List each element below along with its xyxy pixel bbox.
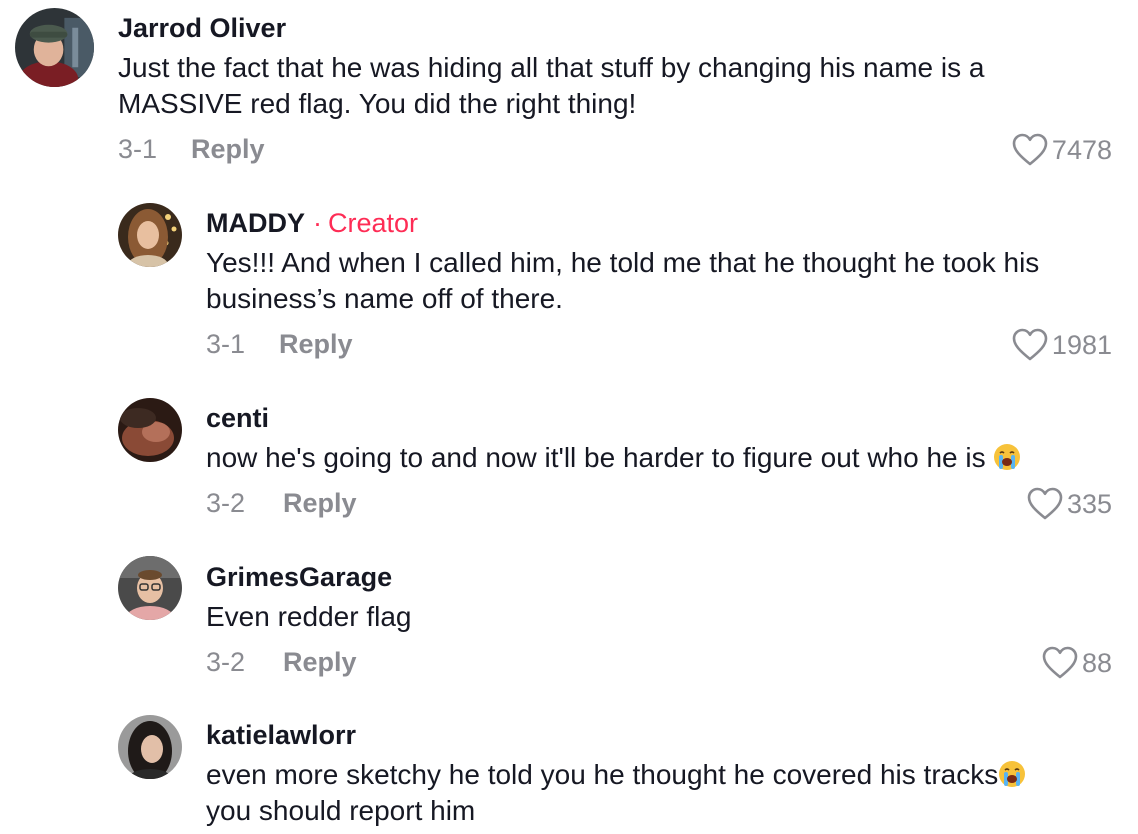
comment-meta: 3-2 Reply 88 bbox=[206, 643, 1112, 683]
reply-button[interactable]: Reply bbox=[279, 329, 353, 360]
heart-outline-icon bbox=[1012, 133, 1048, 166]
comment-text-line1: even more sketchy he told you he thought… bbox=[206, 759, 999, 790]
comment-text: Just the fact that he was hiding all tha… bbox=[118, 52, 985, 119]
like-count: 7478 bbox=[1051, 134, 1112, 165]
comment-meta: 3-1 Reply 7478 bbox=[118, 130, 1112, 170]
loudly-crying-face-icon bbox=[998, 760, 1026, 788]
creator-badge: Creator bbox=[328, 208, 419, 238]
heart-outline-icon bbox=[1027, 487, 1063, 520]
heart-outline-icon bbox=[1042, 646, 1078, 679]
heart-outline-icon bbox=[1012, 328, 1048, 361]
avatar-centi[interactable] bbox=[118, 398, 182, 462]
comment-text: now he's going to and now it'll be harde… bbox=[206, 440, 1112, 476]
avatar-katielawlorr[interactable] bbox=[118, 715, 182, 779]
comment-date: 3-2 bbox=[206, 488, 246, 518]
creator-separator: · bbox=[313, 208, 322, 238]
comment-text: even more sketchy he told you he thought… bbox=[206, 757, 1112, 829]
like-button[interactable]: 88 bbox=[1042, 643, 1112, 683]
comment-text: Even redder flag bbox=[206, 601, 412, 632]
like-button[interactable]: 7478 bbox=[1012, 130, 1112, 170]
loudly-crying-face-icon bbox=[993, 443, 1021, 471]
comment-text: Yes!!! And when I called him, he told me… bbox=[206, 247, 1040, 314]
username[interactable]: centi bbox=[206, 402, 1112, 434]
reply-button[interactable]: Reply bbox=[283, 488, 357, 519]
avatar-jarrod-oliver[interactable] bbox=[15, 8, 94, 87]
avatar-grimesgarage[interactable] bbox=[118, 556, 182, 620]
username[interactable]: MADDY bbox=[206, 208, 305, 238]
username-row: MADDY · Creator bbox=[206, 207, 1112, 239]
comment-text-content: now he's going to and now it'll be harde… bbox=[206, 442, 986, 473]
comment-date: 3-1 bbox=[206, 329, 246, 359]
comment-date: 3-1 bbox=[118, 134, 158, 164]
comment-meta: 3-1 Reply 1981 bbox=[206, 325, 1112, 365]
like-count: 88 bbox=[1081, 647, 1112, 678]
reply-button[interactable]: Reply bbox=[283, 647, 357, 678]
reply-button[interactable]: Reply bbox=[191, 134, 265, 165]
like-count: 1981 bbox=[1051, 329, 1112, 360]
comment-text-line2: you should report him bbox=[206, 795, 476, 826]
username[interactable]: GrimesGarage bbox=[206, 561, 1112, 593]
username[interactable]: Jarrod Oliver bbox=[118, 12, 1112, 44]
comment-meta: 3-2 Reply 335 bbox=[206, 484, 1112, 524]
like-button[interactable]: 335 bbox=[1027, 484, 1112, 524]
like-count: 335 bbox=[1066, 488, 1112, 519]
comment-date: 3-2 bbox=[206, 647, 246, 677]
like-button[interactable]: 1981 bbox=[1012, 325, 1112, 365]
username[interactable]: katielawlorr bbox=[206, 719, 1112, 751]
avatar-maddy[interactable] bbox=[118, 203, 182, 267]
